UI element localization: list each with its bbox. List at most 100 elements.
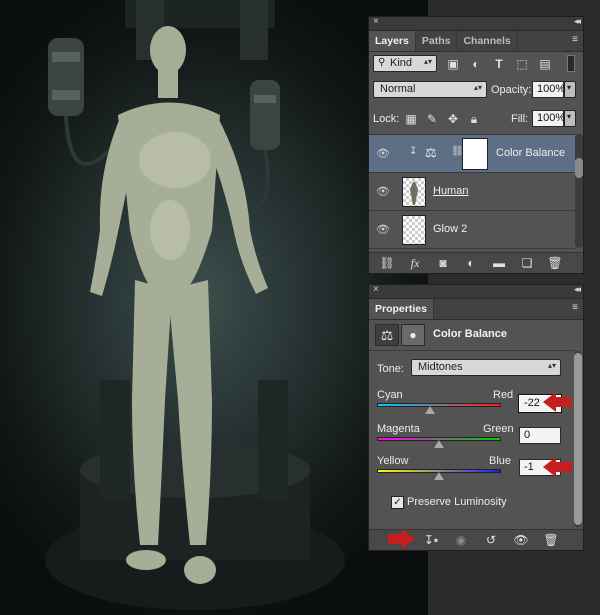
clip-to-layer-icon[interactable]: ↧▪ [423, 532, 439, 548]
fill-field[interactable]: 100% [532, 110, 565, 127]
properties-panel: × ◂◂ Properties ≡ ⚖︎ ● Color Balance Ton… [368, 284, 584, 551]
toggle-visibility-icon[interactable]: 👁︎ [513, 532, 529, 548]
properties-bottom-toolbar: ↧▪ ◉ ↺ 👁︎ 🗑︎ [369, 529, 583, 550]
link-layers-icon[interactable]: ⛓︎ [379, 255, 395, 271]
filter-kind-label: Kind [390, 57, 413, 69]
tone-value: Midtones [418, 361, 463, 373]
layer-thumbnail[interactable] [402, 215, 426, 245]
filter-kind-select[interactable]: ⚲ Kind ▴▾ [373, 55, 437, 72]
slider-magenta-label: Magenta [377, 423, 420, 435]
cyan-red-value-field[interactable]: -22 [518, 394, 562, 413]
magenta-green-value-field[interactable]: 0 [519, 427, 561, 444]
collapse-panel-icon[interactable]: ◂◂ [574, 284, 581, 295]
reset-icon[interactable]: ↺ [483, 532, 499, 548]
clip-arrow-icon: ↧ [409, 146, 418, 157]
slider-yellow-label: Yellow [377, 455, 409, 467]
properties-scrollbar-thumb[interactable] [574, 353, 582, 525]
eye-icon[interactable]: 👁︎ [376, 147, 390, 161]
filter-smart-object-icon[interactable]: ▤ [537, 56, 553, 72]
cyan-red-slider-track[interactable] [377, 403, 501, 407]
lock-all-icon[interactable]: 🔒︎ [466, 111, 482, 127]
layer-name[interactable]: Glow 2 [433, 223, 467, 235]
slider-blue-label: Blue [489, 455, 512, 467]
new-group-icon[interactable]: ▬ [491, 255, 507, 271]
eye-icon[interactable]: 👁︎ [376, 185, 390, 199]
search-icon: ⚲ [378, 57, 386, 68]
fx-icon[interactable]: fx [407, 255, 423, 271]
filter-adjustment-icon[interactable]: ◐ [468, 56, 484, 72]
tab-layers[interactable]: Layers [369, 31, 416, 51]
properties-panel-tabs: Properties ≡ [369, 299, 583, 320]
fill-dropdown-button[interactable]: ▾ [564, 110, 576, 127]
lock-image-icon[interactable]: ✎ [424, 111, 440, 127]
trash-icon[interactable]: 🗑︎ [547, 255, 563, 271]
slider-cyan-label: Cyan [377, 389, 403, 401]
blend-mode-value: Normal [380, 83, 416, 95]
tab-properties[interactable]: Properties [369, 299, 434, 319]
layer-row-human[interactable]: 👁︎ Human [369, 173, 575, 211]
layers-scrollbar-thumb[interactable] [575, 158, 583, 178]
link-chain-icon[interactable]: ⛓︎ [451, 146, 464, 157]
magenta-green-slider-knob[interactable] [434, 440, 444, 448]
filter-toggle-switch[interactable] [567, 55, 575, 72]
layer-thumbnail[interactable] [402, 177, 426, 207]
layers-scrollbar[interactable] [575, 134, 583, 248]
filter-image-icon[interactable]: ▣ [445, 56, 461, 72]
yellow-blue-value-field[interactable]: -1 [519, 459, 561, 476]
eye-icon[interactable]: 👁︎ [376, 223, 390, 237]
close-panel-icon[interactable]: × [373, 16, 379, 27]
blend-mode-select[interactable]: Normal ▴▾ [373, 81, 487, 98]
view-previous-icon[interactable]: ◉ [453, 532, 469, 548]
balance-scale-icon: ⚖︎ [425, 145, 437, 160]
preserve-luminosity-label: Preserve Luminosity [407, 496, 507, 508]
layer-name[interactable]: Human [433, 185, 468, 197]
chevron-updown-icon: ▴▾ [547, 361, 556, 370]
panel-menu-icon[interactable]: ≡ [572, 302, 578, 313]
chevron-updown-icon: ▴▾ [423, 57, 432, 66]
tab-channels[interactable]: Channels [457, 31, 518, 51]
opacity-dropdown-button[interactable]: ▾ [564, 81, 576, 98]
properties-divider [369, 350, 575, 351]
new-layer-icon[interactable]: ❏ [519, 255, 535, 271]
add-mask-icon[interactable]: ◙ [435, 255, 451, 271]
tab-paths[interactable]: Paths [416, 31, 458, 51]
filter-type-icon[interactable]: T [491, 56, 507, 72]
properties-scrollbar[interactable] [574, 351, 582, 527]
new-adjustment-icon[interactable]: ◐ [463, 255, 479, 271]
fill-label: Fill: [511, 113, 529, 125]
chevron-down-icon: ▾ [567, 112, 572, 121]
slider-green-label: Green [483, 423, 514, 435]
close-panel-icon[interactable]: × [373, 284, 379, 295]
layer-row-glow-2[interactable]: 👁︎ Glow 2 [369, 211, 575, 249]
mask-icon[interactable]: ● [401, 324, 425, 346]
chevron-down-icon: ▾ [567, 83, 572, 92]
trash-icon[interactable]: 🗑︎ [543, 532, 559, 548]
layer-list: 👁︎ ↧ ⚖︎ ⛓︎ Color Balance 👁︎ Human 👁︎ Glo… [369, 134, 575, 249]
preserve-luminosity-checkbox[interactable]: ✓ [391, 496, 404, 509]
lock-transparent-icon[interactable]: ▦ [403, 111, 419, 127]
cyan-red-slider-knob[interactable] [425, 406, 435, 414]
balance-scale-icon[interactable]: ⚖︎ [375, 324, 399, 346]
chevron-updown-icon: ▴▾ [473, 83, 482, 92]
figure-thumbnail-icon [410, 181, 418, 205]
layers-panel-tabs: Layers Paths Channels ≡ [369, 31, 583, 52]
tone-select[interactable]: Midtones ▴▾ [411, 359, 561, 376]
lock-position-icon[interactable]: ✥ [445, 111, 461, 127]
opacity-label: Opacity: [491, 84, 532, 96]
layer-mask-thumbnail[interactable] [462, 138, 488, 170]
collapse-panel-icon[interactable]: ◂◂ [574, 16, 581, 27]
human-figure-illustration [45, 0, 345, 610]
adjustment-title: Color Balance [433, 328, 507, 340]
slider-red-label: Red [493, 389, 514, 401]
layers-panel: × ◂◂ Layers Paths Channels ≡ ⚲ Kind ▴▾ ▣… [368, 16, 584, 274]
panel-menu-icon[interactable]: ≡ [572, 34, 578, 45]
layer-name[interactable]: Color Balance [496, 147, 565, 159]
yellow-blue-slider-knob[interactable] [434, 472, 444, 480]
layer-row-color-balance[interactable]: 👁︎ ↧ ⚖︎ ⛓︎ Color Balance [369, 135, 575, 173]
filter-shape-icon[interactable]: ⬚ [514, 56, 530, 72]
opacity-field[interactable]: 100% [532, 81, 565, 98]
layers-bottom-toolbar: ⛓︎ fx ◙ ◐ ▬ ❏ 🗑︎ [369, 252, 583, 273]
properties-panel-header: × ◂◂ [369, 284, 583, 299]
lock-label: Lock: [373, 113, 400, 125]
tone-label: Tone: [377, 363, 404, 375]
